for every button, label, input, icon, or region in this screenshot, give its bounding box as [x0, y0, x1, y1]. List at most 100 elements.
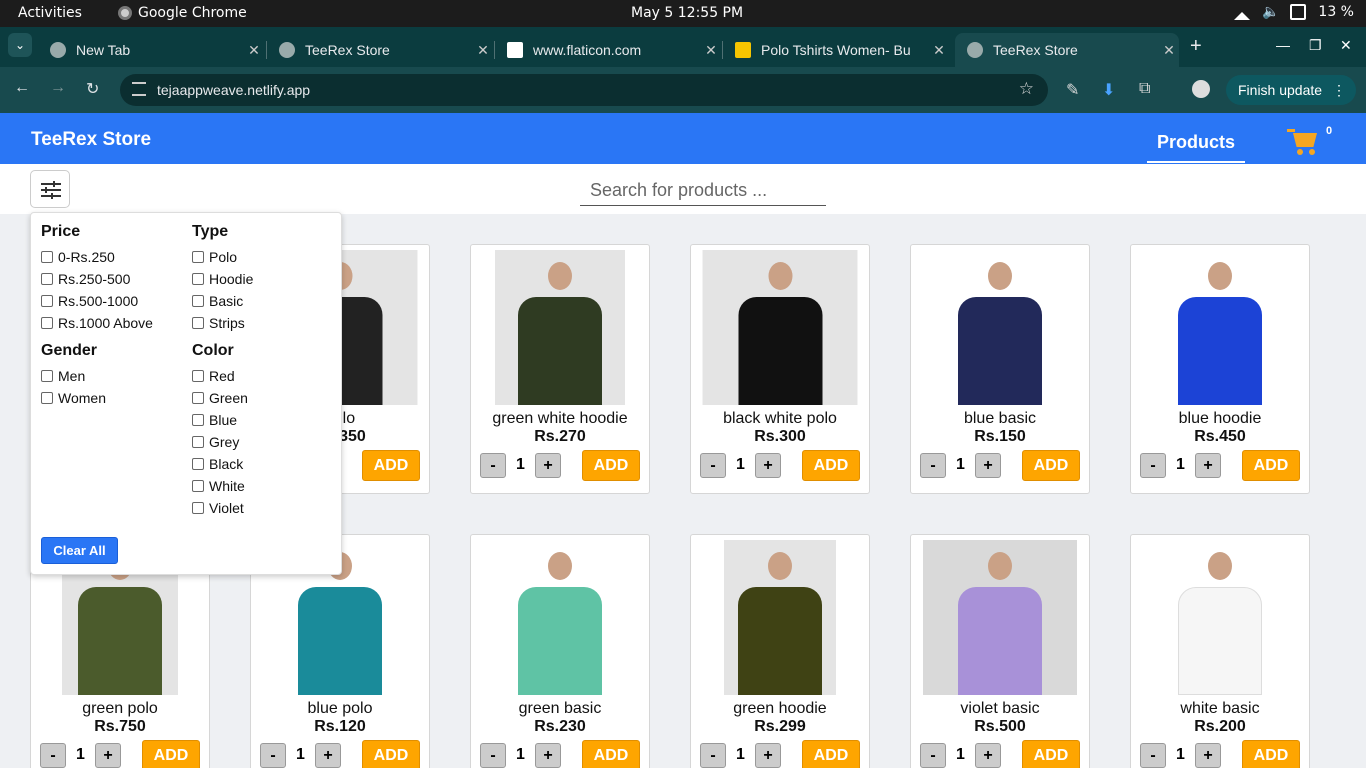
decrease-qty-button[interactable]: - — [920, 453, 946, 478]
checkbox[interactable] — [192, 251, 204, 263]
reload-button[interactable]: ↻ — [86, 79, 99, 99]
filter-option[interactable]: Rs.500-1000 — [41, 290, 153, 312]
close-tab-icon[interactable]: ✕ — [473, 42, 493, 59]
filter-option[interactable]: Green — [192, 387, 248, 409]
clock[interactable]: May 5 12:55 PM — [631, 5, 743, 21]
filter-option[interactable]: Blue — [192, 409, 248, 431]
close-tab-icon[interactable]: ✕ — [1159, 42, 1179, 59]
close-tab-icon[interactable]: ✕ — [244, 42, 264, 59]
increase-qty-button[interactable]: + — [535, 453, 561, 478]
decrease-qty-button[interactable]: - — [1140, 743, 1166, 768]
profile-avatar[interactable] — [1192, 80, 1210, 98]
close-tab-icon[interactable]: ✕ — [929, 42, 949, 59]
tab-polo-tshirts[interactable]: Polo Tshirts Women- Bu ✕ — [723, 33, 949, 67]
tab-new-tab[interactable]: New Tab ✕ — [38, 33, 264, 67]
checkbox[interactable] — [192, 436, 204, 448]
maximize-button[interactable]: ❐ — [1309, 37, 1322, 54]
filter-option[interactable]: Men — [41, 365, 106, 387]
filter-option[interactable]: Violet — [192, 497, 248, 519]
decrease-qty-button[interactable]: - — [1140, 453, 1166, 478]
checkbox[interactable] — [41, 392, 53, 404]
tab-search-button[interactable]: ⌄ — [8, 33, 32, 57]
minimize-button[interactable]: — — [1276, 37, 1290, 53]
decrease-qty-button[interactable]: - — [920, 743, 946, 768]
tab-flaticon[interactable]: www.flaticon.com ✕ — [495, 33, 721, 67]
increase-qty-button[interactable]: + — [1195, 453, 1221, 478]
active-app-indicator[interactable]: Google Chrome — [118, 5, 247, 21]
checkbox[interactable] — [41, 273, 53, 285]
filter-option[interactable]: Hoodie — [192, 268, 253, 290]
download-icon[interactable]: ⬇ — [1102, 80, 1120, 99]
increase-qty-button[interactable]: + — [755, 453, 781, 478]
decrease-qty-button[interactable]: - — [700, 453, 726, 478]
filter-option[interactable]: Basic — [192, 290, 253, 312]
add-to-cart-button[interactable]: ADD — [1022, 740, 1080, 768]
filter-option[interactable]: 0-Rs.250 — [41, 246, 153, 268]
clear-all-button[interactable]: Clear All — [41, 537, 118, 564]
filter-option[interactable]: Strips — [192, 312, 253, 334]
filter-option[interactable]: Rs.250-500 — [41, 268, 153, 290]
add-to-cart-button[interactable]: ADD — [802, 740, 860, 768]
add-to-cart-button[interactable]: ADD — [1242, 450, 1300, 481]
bookmark-star-icon[interactable]: ☆ — [1019, 79, 1034, 99]
nav-products-link[interactable]: Products — [1147, 132, 1246, 163]
decrease-qty-button[interactable]: - — [260, 743, 286, 768]
checkbox[interactable] — [192, 480, 204, 492]
extensions-icon[interactable]: ⧉ — [1139, 80, 1157, 98]
filter-option[interactable]: Red — [192, 365, 248, 387]
filter-toggle-button[interactable] — [30, 170, 70, 208]
address-bar[interactable]: tejaappweave.netlify.app ☆ — [120, 74, 1048, 106]
add-to-cart-button[interactable]: ADD — [1022, 450, 1080, 481]
checkbox[interactable] — [192, 414, 204, 426]
checkbox[interactable] — [192, 392, 204, 404]
site-info-icon[interactable] — [132, 82, 146, 96]
checkbox[interactable] — [192, 370, 204, 382]
filter-option[interactable]: Women — [41, 387, 106, 409]
tab-teerex-store[interactable]: TeeRex Store ✕ — [267, 33, 493, 67]
decrease-qty-button[interactable]: - — [480, 743, 506, 768]
filter-option[interactable]: Polo — [192, 246, 253, 268]
increase-qty-button[interactable]: + — [95, 743, 121, 768]
increase-qty-button[interactable]: + — [975, 743, 1001, 768]
back-button[interactable]: ← — [14, 79, 30, 97]
add-to-cart-button[interactable]: ADD — [142, 740, 200, 768]
add-to-cart-button[interactable]: ADD — [582, 740, 640, 768]
new-tab-button[interactable]: + — [1190, 35, 1202, 58]
checkbox[interactable] — [192, 458, 204, 470]
eyedropper-icon[interactable]: ✎ — [1066, 80, 1084, 99]
filter-option[interactable]: White — [192, 475, 248, 497]
checkbox[interactable] — [41, 317, 53, 329]
add-to-cart-button[interactable]: ADD — [802, 450, 860, 481]
add-to-cart-button[interactable]: ADD — [1242, 740, 1300, 768]
filter-option[interactable]: Black — [192, 453, 248, 475]
checkbox[interactable] — [192, 273, 204, 285]
increase-qty-button[interactable]: + — [315, 743, 341, 768]
store-brand[interactable]: TeeRex Store — [31, 129, 151, 151]
checkbox[interactable] — [41, 251, 53, 263]
checkbox[interactable] — [41, 370, 53, 382]
tab-teerex-store-active[interactable]: TeeRex Store ✕ — [955, 33, 1179, 67]
activities-button[interactable]: Activities — [18, 5, 82, 21]
filter-option[interactable]: Rs.1000 Above — [41, 312, 153, 334]
increase-qty-button[interactable]: + — [975, 453, 1001, 478]
increase-qty-button[interactable]: + — [755, 743, 781, 768]
cart-icon[interactable] — [1287, 127, 1321, 159]
add-to-cart-button[interactable]: ADD — [362, 450, 420, 481]
filter-option[interactable]: Grey — [192, 431, 248, 453]
increase-qty-button[interactable]: + — [535, 743, 561, 768]
forward-button[interactable]: → — [50, 79, 66, 97]
checkbox[interactable] — [41, 295, 53, 307]
decrease-qty-button[interactable]: - — [40, 743, 66, 768]
decrease-qty-button[interactable]: - — [700, 743, 726, 768]
system-tray[interactable]: 🔈 13 % — [1234, 4, 1354, 20]
close-tab-icon[interactable]: ✕ — [701, 42, 721, 59]
checkbox[interactable] — [192, 295, 204, 307]
checkbox[interactable] — [192, 502, 204, 514]
close-window-button[interactable]: ✕ — [1340, 37, 1352, 54]
checkbox[interactable] — [192, 317, 204, 329]
add-to-cart-button[interactable]: ADD — [582, 450, 640, 481]
search-input[interactable] — [580, 176, 826, 206]
add-to-cart-button[interactable]: ADD — [362, 740, 420, 768]
finish-update-button[interactable]: Finish update ⋮ — [1226, 75, 1356, 105]
decrease-qty-button[interactable]: - — [480, 453, 506, 478]
